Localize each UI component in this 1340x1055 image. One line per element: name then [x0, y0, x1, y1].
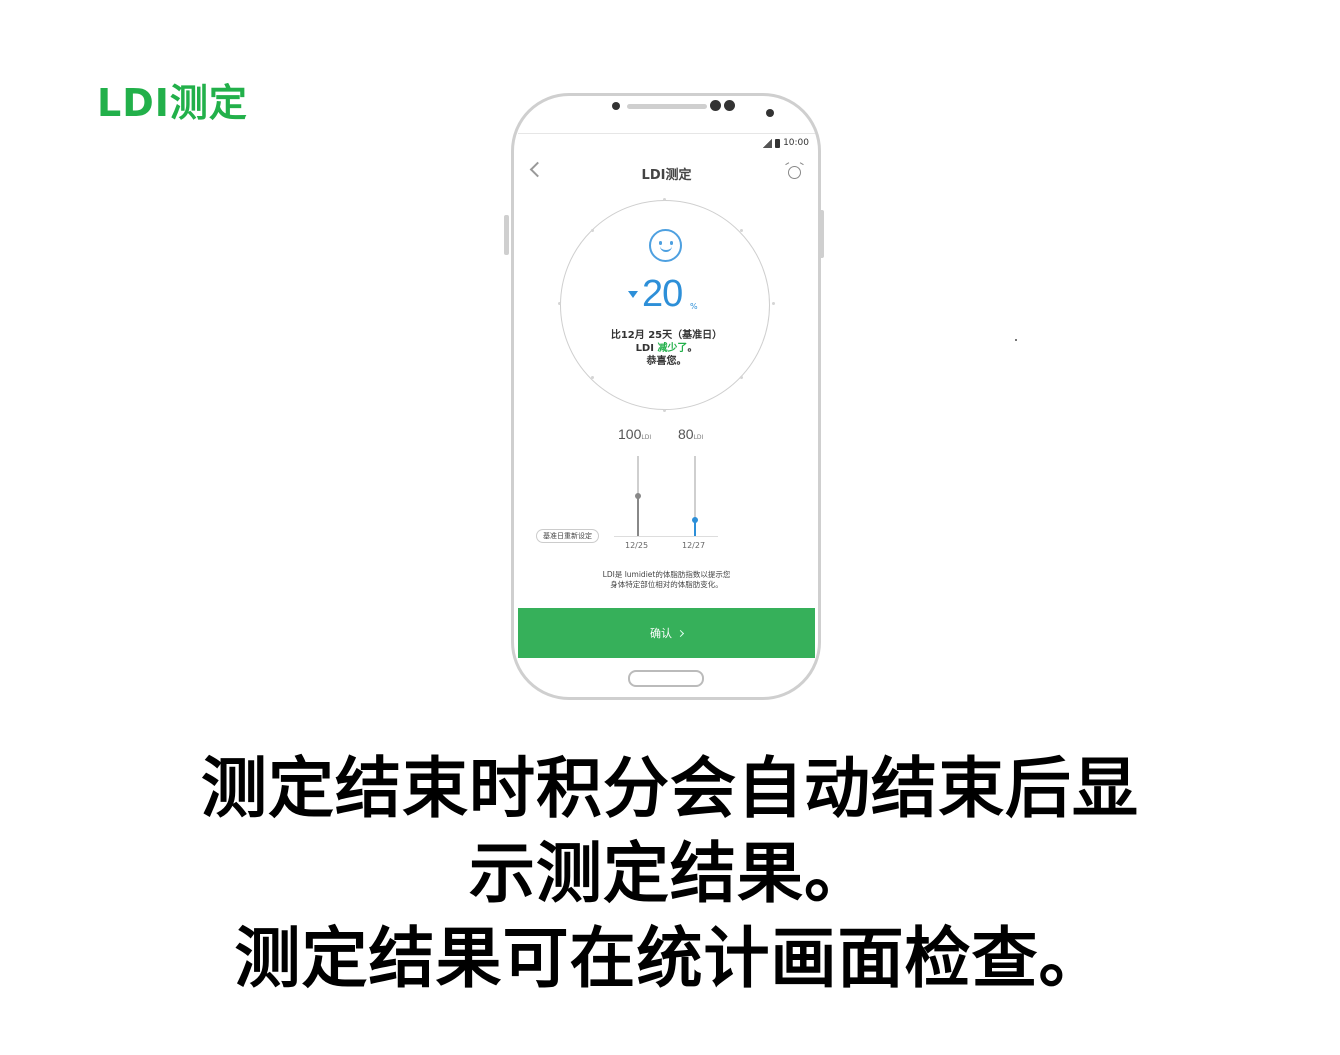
speaker: [627, 104, 707, 109]
confirm-label: 确认: [650, 627, 672, 640]
bar-date-current: 12/27: [682, 541, 706, 550]
smile-icon: [649, 229, 682, 262]
caption-line1: 测定结束时积分会自动结束后显: [201, 749, 1139, 827]
ring-tick: [740, 229, 743, 232]
ldi-note-line1: LDI是 lumidiet的体脂肪指数以提示您: [602, 570, 731, 579]
stray-dot: [1015, 339, 1017, 341]
status-bar: 10:00: [762, 138, 809, 148]
ring-tick: [772, 302, 775, 305]
bar-axis: [614, 536, 718, 537]
bar-date-baseline: 12/25: [625, 541, 649, 550]
ring-tick: [591, 229, 594, 232]
signal-icon: [762, 138, 773, 148]
result-message-line1: 比12月 25天（基准日）: [610, 330, 723, 341]
caption-line3: 测定结果可在统计画面检查。: [234, 919, 1106, 997]
result-message-line3: 恭喜您。: [646, 356, 687, 367]
bar-knob-baseline: [635, 493, 641, 499]
ring-tick: [591, 376, 594, 379]
result-value: 20: [642, 273, 683, 315]
down-arrow-icon: [628, 291, 638, 298]
app-bar: LDI测定: [518, 160, 815, 184]
sensor-dot: [612, 102, 620, 110]
camera-lens: [724, 100, 735, 111]
ring-tick: [740, 376, 743, 379]
result-highlight: 减少了: [657, 343, 688, 354]
volume-button: [504, 215, 509, 255]
result-unit: %: [690, 302, 698, 311]
home-button[interactable]: [628, 670, 704, 687]
ring-tick: [663, 409, 666, 412]
ring-tick: [558, 302, 561, 305]
app-title: LDI测定: [641, 168, 692, 183]
caption-line2: 示测定结果。: [469, 834, 871, 912]
camera-lens: [710, 100, 721, 111]
bar-label-baseline: 100LDI: [618, 426, 652, 442]
reset-baseline-button[interactable]: 基准日重新设定: [536, 529, 599, 543]
ring-tick: [663, 198, 666, 201]
bar-knob-current: [692, 517, 698, 523]
battery-icon: [775, 138, 781, 148]
page-title: LDI测定: [97, 81, 248, 125]
bar-label-current: 80LDI: [678, 426, 704, 442]
alarm-icon[interactable]: [788, 166, 801, 179]
chevron-right-icon: [676, 629, 685, 637]
status-time: 10:00: [783, 138, 809, 148]
ldi-note-line2: 身体特定部位相对的体脂肪变化。: [610, 580, 723, 589]
result-message-line2: LDI 减少了。: [635, 343, 698, 354]
sensor-dot: [766, 109, 774, 117]
bar-fill-baseline: [637, 496, 639, 536]
confirm-button[interactable]: 确认: [518, 608, 815, 658]
phone-screen: 10:00 LDI测定 20 % 比12月 25天（基准日） LDI 减少了。 …: [518, 133, 815, 658]
